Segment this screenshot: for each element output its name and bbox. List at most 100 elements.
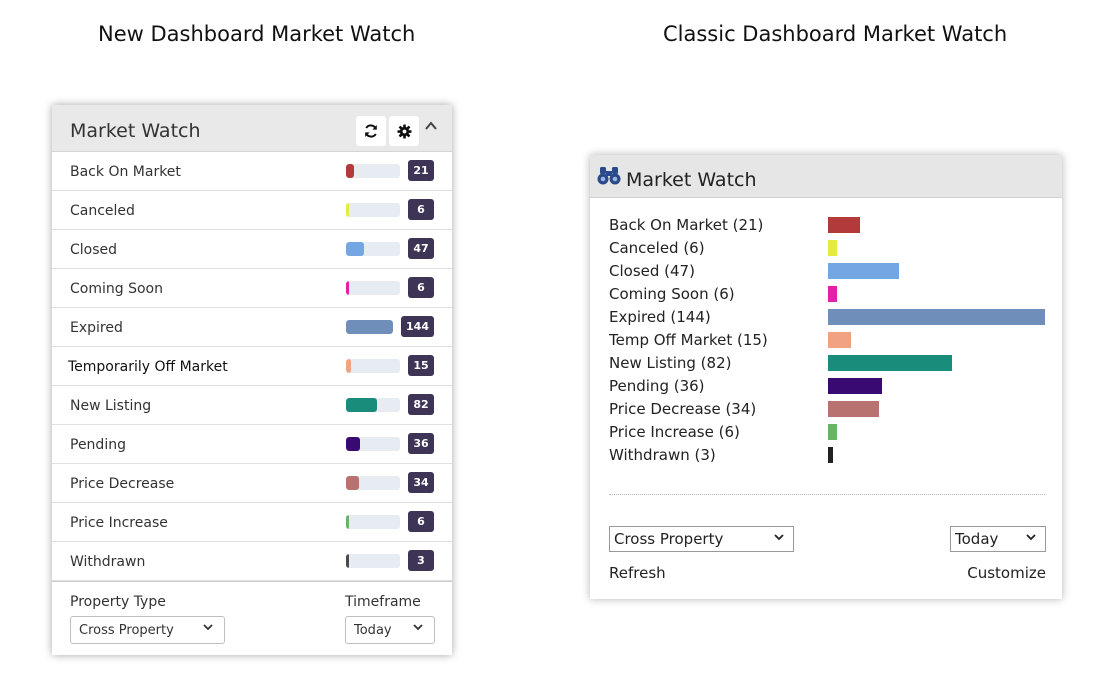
refresh-icon[interactable]: [356, 116, 386, 146]
classic-bar: [828, 286, 838, 302]
classic-status-label: Price Increase (6): [609, 423, 740, 441]
status-row-price-increase[interactable]: Price Increase 6: [52, 503, 452, 542]
status-label: Price Increase: [70, 515, 168, 531]
progress-fill: [346, 203, 349, 217]
classic-market-watch-header: Market Watch: [590, 155, 1062, 198]
classic-row-price-decrease[interactable]: Price Decrease (34): [609, 397, 1049, 419]
status-label: Temporarily Off Market: [68, 359, 228, 375]
divider: [609, 494, 1045, 495]
progress-track: [346, 281, 400, 295]
classic-row-new-listing[interactable]: New Listing (82): [609, 351, 1049, 373]
status-row-new-listing[interactable]: New Listing 82: [52, 386, 452, 425]
classic-row-withdrawn[interactable]: Withdrawn (3): [609, 443, 1049, 465]
binoculars-icon: [597, 166, 621, 190]
classic-status-label: Canceled (6): [609, 239, 705, 257]
count-badge: 6: [408, 277, 434, 298]
classic-market-watch-title: Market Watch: [626, 169, 757, 191]
progress-fill: [346, 242, 364, 256]
classic-row-coming-soon[interactable]: Coming Soon (6): [609, 282, 1049, 304]
classic-timeframe-select[interactable]: Today: [950, 526, 1046, 552]
classic-bar: [828, 378, 883, 394]
count-badge: 144: [401, 316, 434, 337]
status-label: Canceled: [70, 203, 135, 219]
classic-dashboard-caption: Classic Dashboard Market Watch: [663, 22, 1008, 46]
classic-status-label: Coming Soon (6): [609, 285, 735, 303]
status-row-temporarily-off-market[interactable]: Temporarily Off Market 15: [52, 347, 452, 386]
progress-track: [346, 320, 393, 334]
chevron-down-icon: [773, 531, 785, 547]
gear-icon[interactable]: [389, 116, 419, 146]
count-badge: 21: [408, 160, 434, 181]
count-badge: 36: [408, 433, 434, 454]
property-type-select[interactable]: Cross Property: [70, 616, 225, 644]
new-market-watch-panel: Market Watch Back On Market 21 Canceled …: [52, 105, 452, 655]
progress-track: [346, 437, 400, 451]
classic-status-label: Expired (144): [609, 308, 711, 326]
status-label: Closed: [70, 242, 118, 258]
status-row-canceled[interactable]: Canceled 6: [52, 191, 452, 230]
customize-link[interactable]: Customize: [967, 564, 1046, 582]
classic-bar: [828, 217, 860, 233]
progress-fill: [346, 320, 393, 334]
progress-fill: [346, 515, 349, 529]
chevron-down-icon: [202, 621, 214, 637]
count-badge: 6: [408, 199, 434, 220]
classic-bar: [828, 355, 952, 371]
progress-track: [346, 203, 400, 217]
timeframe-select[interactable]: Today: [345, 616, 435, 644]
classic-row-back-on-market[interactable]: Back On Market (21): [609, 213, 1049, 235]
classic-row-temp-off-market[interactable]: Temp Off Market (15): [609, 328, 1049, 350]
status-label: Pending: [70, 437, 126, 453]
classic-status-label: New Listing (82): [609, 354, 732, 372]
classic-bar: [828, 332, 851, 348]
progress-fill: [346, 281, 349, 295]
progress-track: [346, 515, 400, 529]
status-label: New Listing: [70, 398, 152, 414]
progress-track: [346, 476, 400, 490]
classic-bar: [828, 309, 1045, 325]
new-market-watch-title: Market Watch: [70, 120, 201, 142]
classic-market-watch-panel: Market Watch Back On Market (21) Canceled…: [590, 155, 1062, 599]
classic-property-select[interactable]: Cross Property: [609, 526, 794, 552]
chevron-down-icon: [1025, 531, 1037, 547]
status-row-price-decrease[interactable]: Price Decrease 34: [52, 464, 452, 503]
classic-status-label: Closed (47): [609, 262, 695, 280]
status-label: Price Decrease: [70, 476, 175, 492]
status-row-coming-soon[interactable]: Coming Soon 6: [52, 269, 452, 308]
property-type-label: Property Type: [70, 594, 166, 610]
progress-fill: [346, 398, 377, 412]
status-row-back-on-market[interactable]: Back On Market 21: [52, 152, 452, 191]
progress-fill: [346, 554, 349, 568]
new-market-watch-footer: Property Type Timeframe Cross Property T…: [52, 581, 452, 656]
progress-fill: [346, 437, 360, 451]
classic-status-label: Back On Market (21): [609, 216, 764, 234]
chevron-up-icon[interactable]: [424, 118, 438, 137]
progress-track: [346, 242, 400, 256]
status-label: Back On Market: [70, 164, 181, 180]
classic-row-pending[interactable]: Pending (36): [609, 374, 1049, 396]
refresh-link[interactable]: Refresh: [609, 564, 666, 582]
classic-bar: [828, 401, 880, 417]
classic-bar: [828, 447, 833, 463]
status-row-closed[interactable]: Closed 47: [52, 230, 452, 269]
classic-property-value: Cross Property: [614, 530, 724, 548]
classic-timeframe-value: Today: [955, 530, 999, 548]
classic-status-label: Withdrawn (3): [609, 446, 716, 464]
classic-row-price-increase[interactable]: Price Increase (6): [609, 420, 1049, 442]
status-label: Expired: [70, 320, 123, 336]
classic-bar: [828, 424, 838, 440]
status-row-withdrawn[interactable]: Withdrawn 3: [52, 542, 452, 581]
status-row-expired[interactable]: Expired 144: [52, 308, 452, 347]
count-badge: 15: [408, 355, 434, 376]
classic-row-closed[interactable]: Closed (47): [609, 259, 1049, 281]
progress-fill: [346, 359, 352, 373]
status-row-pending[interactable]: Pending 36: [52, 425, 452, 464]
classic-bar: [828, 263, 899, 279]
count-badge: 3: [408, 550, 434, 571]
new-dashboard-caption: New Dashboard Market Watch: [98, 22, 416, 46]
classic-status-label: Pending (36): [609, 377, 705, 395]
new-status-list: Back On Market 21 Canceled 6 Closed 47 Coming …: [52, 152, 452, 581]
classic-row-canceled[interactable]: Canceled (6): [609, 236, 1049, 258]
classic-row-expired[interactable]: Expired (144): [609, 305, 1049, 327]
classic-status-label: Price Decrease (34): [609, 400, 757, 418]
